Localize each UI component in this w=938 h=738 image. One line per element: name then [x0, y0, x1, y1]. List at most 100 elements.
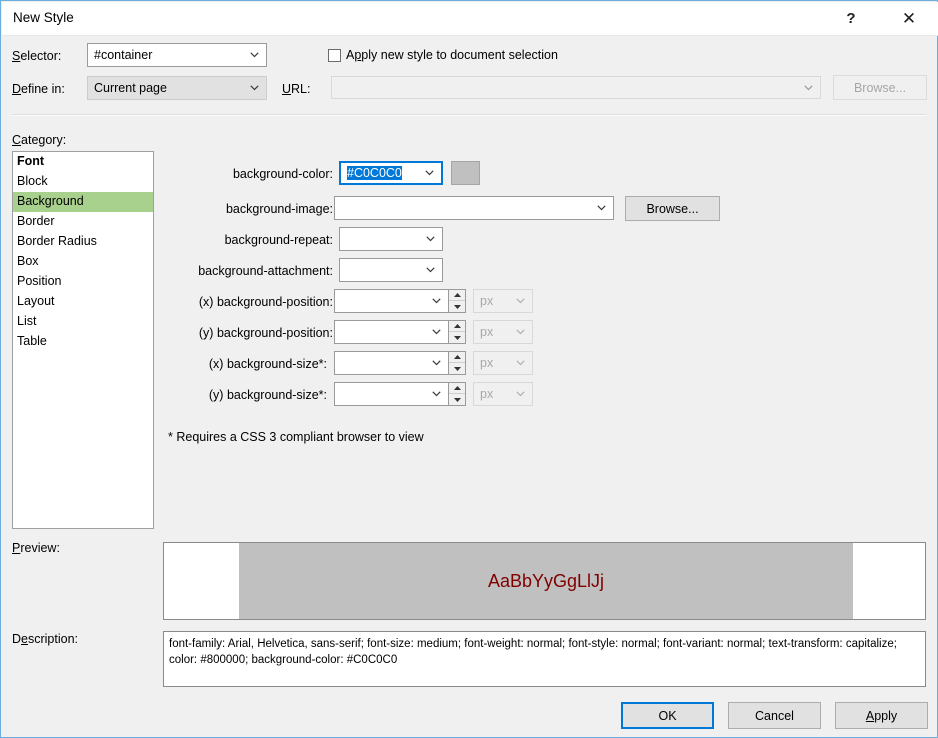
- background-attachment-combo[interactable]: [339, 258, 443, 282]
- ok-button[interactable]: OK: [621, 702, 714, 729]
- selector-value: #container: [94, 48, 153, 62]
- background-size-x-unit-combo[interactable]: px: [473, 351, 533, 375]
- background-size-x-label: (x) background-size*:: [208, 357, 327, 371]
- apply-button[interactable]: Apply: [835, 702, 928, 729]
- background-position-y-combo[interactable]: [334, 320, 449, 344]
- chevron-down-icon: [250, 84, 259, 93]
- background-position-y-label: (y) background-position:: [198, 326, 333, 340]
- category-item-label: Background: [17, 194, 84, 208]
- close-icon[interactable]: ✕: [886, 2, 932, 35]
- stepper-up-icon[interactable]: [449, 352, 465, 363]
- background-position-x-label: (x) background-position:: [198, 295, 333, 309]
- chevron-down-icon: [432, 328, 441, 337]
- category-item-label: Table: [17, 334, 47, 348]
- stepper-down-icon[interactable]: [449, 363, 465, 374]
- category-item-table[interactable]: Table: [13, 332, 153, 352]
- chevron-down-icon: [516, 297, 525, 306]
- chevron-down-icon: [516, 328, 525, 337]
- category-item-label: List: [17, 314, 37, 328]
- stepper-down-icon[interactable]: [449, 332, 465, 343]
- description-text: font-family: Arial, Helvetica, sans-seri…: [169, 638, 897, 666]
- title-bar: New Style ? ✕: [2, 2, 938, 36]
- background-image-browse-button[interactable]: Browse...: [625, 196, 720, 221]
- chevron-down-icon: [432, 297, 441, 306]
- background-size-x-unit: px: [480, 356, 494, 370]
- preview-sample-text: AaBbYyGgLlJj: [487, 570, 605, 591]
- background-position-y-unit: px: [480, 325, 494, 339]
- cancel-button[interactable]: Cancel: [728, 702, 821, 729]
- header-divider: [12, 114, 926, 116]
- background-repeat-label: background-repeat:: [224, 233, 333, 247]
- window-title: New Style: [13, 10, 74, 25]
- background-size-y-unit-combo[interactable]: px: [473, 382, 533, 406]
- background-color-combo[interactable]: #C0C0C0: [339, 161, 443, 185]
- apply-new-style-label: Apply new style to document selection: [346, 48, 558, 62]
- stepper-up-icon[interactable]: [449, 321, 465, 332]
- background-position-x-unit: px: [480, 294, 494, 308]
- apply-button-label: Apply: [865, 708, 898, 723]
- checkbox-box[interactable]: [328, 48, 341, 62]
- background-size-y-stepper[interactable]: [449, 382, 466, 406]
- selector-label: Selector:: [12, 49, 62, 63]
- category-label: Category:: [12, 133, 67, 147]
- help-icon[interactable]: ?: [828, 2, 874, 35]
- define-in-combo[interactable]: Current page: [87, 76, 267, 100]
- category-item-label: Border: [17, 214, 55, 228]
- background-position-y-stepper[interactable]: [449, 320, 466, 344]
- category-item-label: Layout: [17, 294, 55, 308]
- category-item-label: Font: [17, 154, 45, 168]
- stepper-up-icon[interactable]: [449, 383, 465, 394]
- category-item-font[interactable]: Font: [13, 152, 153, 172]
- stepper-down-icon[interactable]: [449, 301, 465, 312]
- stepper-down-icon[interactable]: [449, 394, 465, 405]
- chevron-down-icon: [432, 359, 441, 368]
- chevron-down-icon: [516, 390, 525, 399]
- apply-new-style-checkbox[interactable]: Apply new style to document selection: [328, 48, 558, 62]
- category-item-border[interactable]: Border: [13, 212, 153, 232]
- define-in-value: Current page: [94, 81, 167, 95]
- background-image-combo[interactable]: [334, 196, 614, 220]
- background-position-y-unit-combo[interactable]: px: [473, 320, 533, 344]
- background-attachment-label: background-attachment:: [198, 264, 333, 278]
- background-size-y-label: (y) background-size*:: [208, 388, 327, 402]
- url-combo[interactable]: [331, 76, 821, 99]
- new-style-dialog: New Style ? ✕ Selector: #container Apply…: [0, 0, 938, 738]
- description-label: Description:: [12, 632, 79, 646]
- background-color-swatch[interactable]: [451, 161, 480, 185]
- background-size-y-combo[interactable]: [334, 382, 449, 406]
- css3-footnote: * Requires a CSS 3 compliant browser to …: [168, 430, 424, 444]
- stepper-up-icon[interactable]: [449, 290, 465, 301]
- category-item-label: Box: [17, 254, 39, 268]
- selector-combo[interactable]: #container: [87, 43, 267, 67]
- background-size-y-unit: px: [480, 387, 494, 401]
- category-item-background[interactable]: Background: [13, 192, 153, 212]
- preview-swatch: AaBbYyGgLlJj: [239, 543, 853, 619]
- background-position-x-unit-combo[interactable]: px: [473, 289, 533, 313]
- url-browse-button[interactable]: Browse...: [833, 75, 927, 100]
- category-item-list[interactable]: List: [13, 312, 153, 332]
- category-item-layout[interactable]: Layout: [13, 292, 153, 312]
- category-item-box[interactable]: Box: [13, 252, 153, 272]
- category-item-block[interactable]: Block: [13, 172, 153, 192]
- preview-label: Preview:: [12, 541, 60, 555]
- define-in-label: Define in:: [12, 82, 65, 96]
- url-label: URL:: [282, 82, 311, 96]
- category-listbox[interactable]: Font Block Background Border Border Radius Bo…: [12, 151, 154, 529]
- background-position-x-combo[interactable]: [334, 289, 449, 313]
- category-item-label: Border Radius: [17, 234, 97, 248]
- chevron-down-icon: [597, 204, 606, 213]
- background-size-x-combo[interactable]: [334, 351, 449, 375]
- category-item-label: Position: [17, 274, 62, 288]
- chevron-down-icon: [426, 235, 435, 244]
- chevron-down-icon: [425, 169, 434, 178]
- category-item-position[interactable]: Position: [13, 272, 153, 292]
- background-repeat-combo[interactable]: [339, 227, 443, 251]
- category-item-border-radius[interactable]: Border Radius: [13, 232, 153, 252]
- category-item-label: Block: [17, 174, 48, 188]
- chevron-down-icon: [516, 359, 525, 368]
- background-size-x-stepper[interactable]: [449, 351, 466, 375]
- background-position-x-stepper[interactable]: [449, 289, 466, 313]
- preview-box: AaBbYyGgLlJj: [163, 542, 926, 620]
- description-box[interactable]: font-family: Arial, Helvetica, sans-seri…: [163, 631, 926, 687]
- background-image-label: background-image:: [225, 202, 333, 216]
